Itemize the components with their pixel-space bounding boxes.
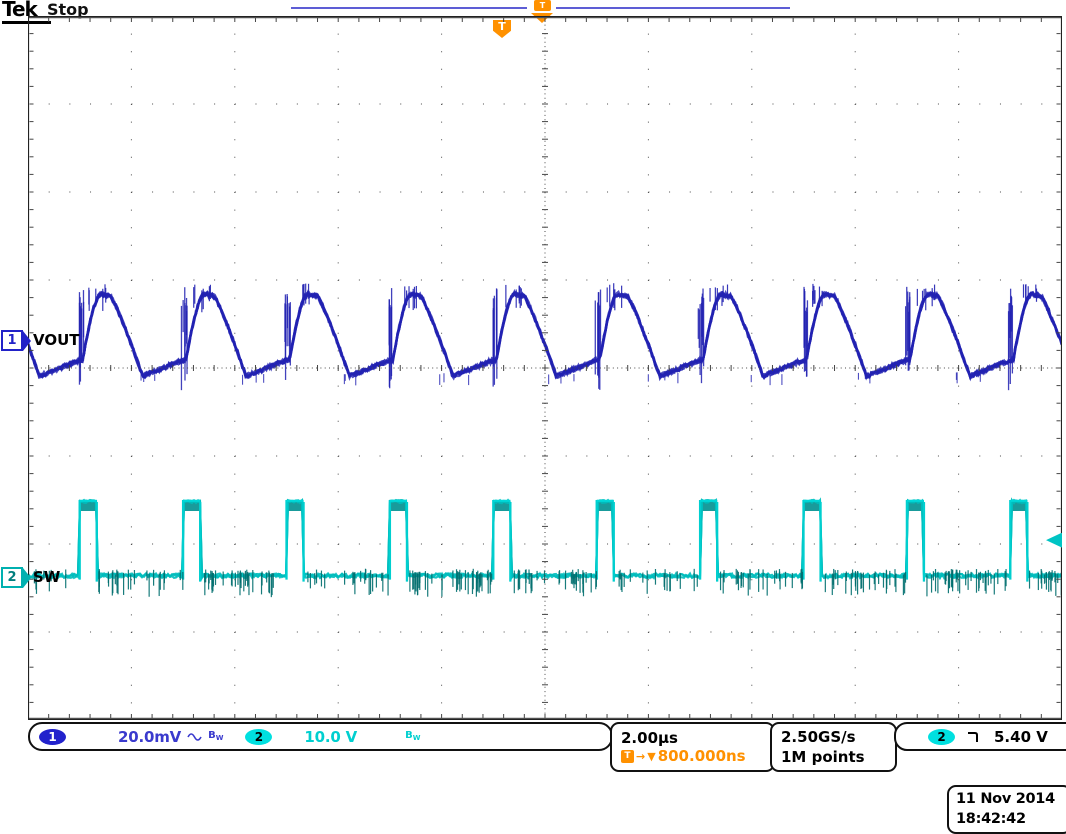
channel2-marker-arrow-icon xyxy=(23,568,31,588)
waveform-label-vout: VOUT xyxy=(33,331,80,349)
trigger-delay-value: 800.000ns xyxy=(658,747,746,765)
ch2-bandwidth-limit-icon: BW xyxy=(405,731,420,742)
sample-rate: 2.50GS/s xyxy=(781,727,856,747)
timebase-readout[interactable]: 2.00µs T→▼800.000ns xyxy=(610,722,775,772)
graticule xyxy=(28,16,1062,720)
date-value: 11 Nov 2014 xyxy=(956,790,1055,810)
trigger-level-value: 5.40 V xyxy=(994,728,1048,746)
trigger-delay-t-icon: T xyxy=(621,750,634,763)
trigger-source-badge: 2 xyxy=(928,729,955,745)
channel2-marker-number: 2 xyxy=(1,567,23,588)
record-view-bar-left xyxy=(291,7,527,9)
falling-edge-icon xyxy=(967,729,982,744)
right-arrow-icon: → xyxy=(636,750,645,763)
channel1-badge[interactable]: 1 xyxy=(39,729,66,745)
expansion-point-flag-icon[interactable]: T xyxy=(534,0,551,11)
waveform-plot xyxy=(28,16,1062,720)
channel1-marker-number: 1 xyxy=(1,330,23,351)
record-view-bar-right xyxy=(556,7,790,9)
acquisition-readout[interactable]: 2.50GS/s 1M points xyxy=(770,722,897,772)
trigger-readout[interactable]: 2 5.40 V xyxy=(894,722,1066,751)
down-triangle-icon: ▼ xyxy=(647,750,655,763)
timebase-scale: 2.00µs xyxy=(621,729,678,747)
ac-coupling-icon xyxy=(187,731,202,743)
trigger-delay-readout: T→▼800.000ns xyxy=(621,747,746,765)
channel1-marker-arrow-icon xyxy=(23,331,31,351)
channel-readout-bar[interactable]: 1 20.0mV BW 2 10.0 V BW xyxy=(28,722,613,751)
time-value: 18:42:42 xyxy=(956,810,1026,830)
waveform-label-sw: SW xyxy=(33,568,60,586)
channel2-scale[interactable]: 10.0 V xyxy=(304,728,357,746)
ch1-bandwidth-limit-icon: BW xyxy=(208,731,223,742)
channel1-position-marker[interactable]: 1 xyxy=(1,330,31,351)
datetime-readout: 11 Nov 2014 18:42:42 xyxy=(947,785,1066,834)
channel2-badge[interactable]: 2 xyxy=(245,729,272,745)
channel2-position-marker[interactable]: 2 xyxy=(1,567,31,588)
channel1-scale[interactable]: 20.0mV xyxy=(118,728,181,746)
record-length: 1M points xyxy=(781,747,865,767)
